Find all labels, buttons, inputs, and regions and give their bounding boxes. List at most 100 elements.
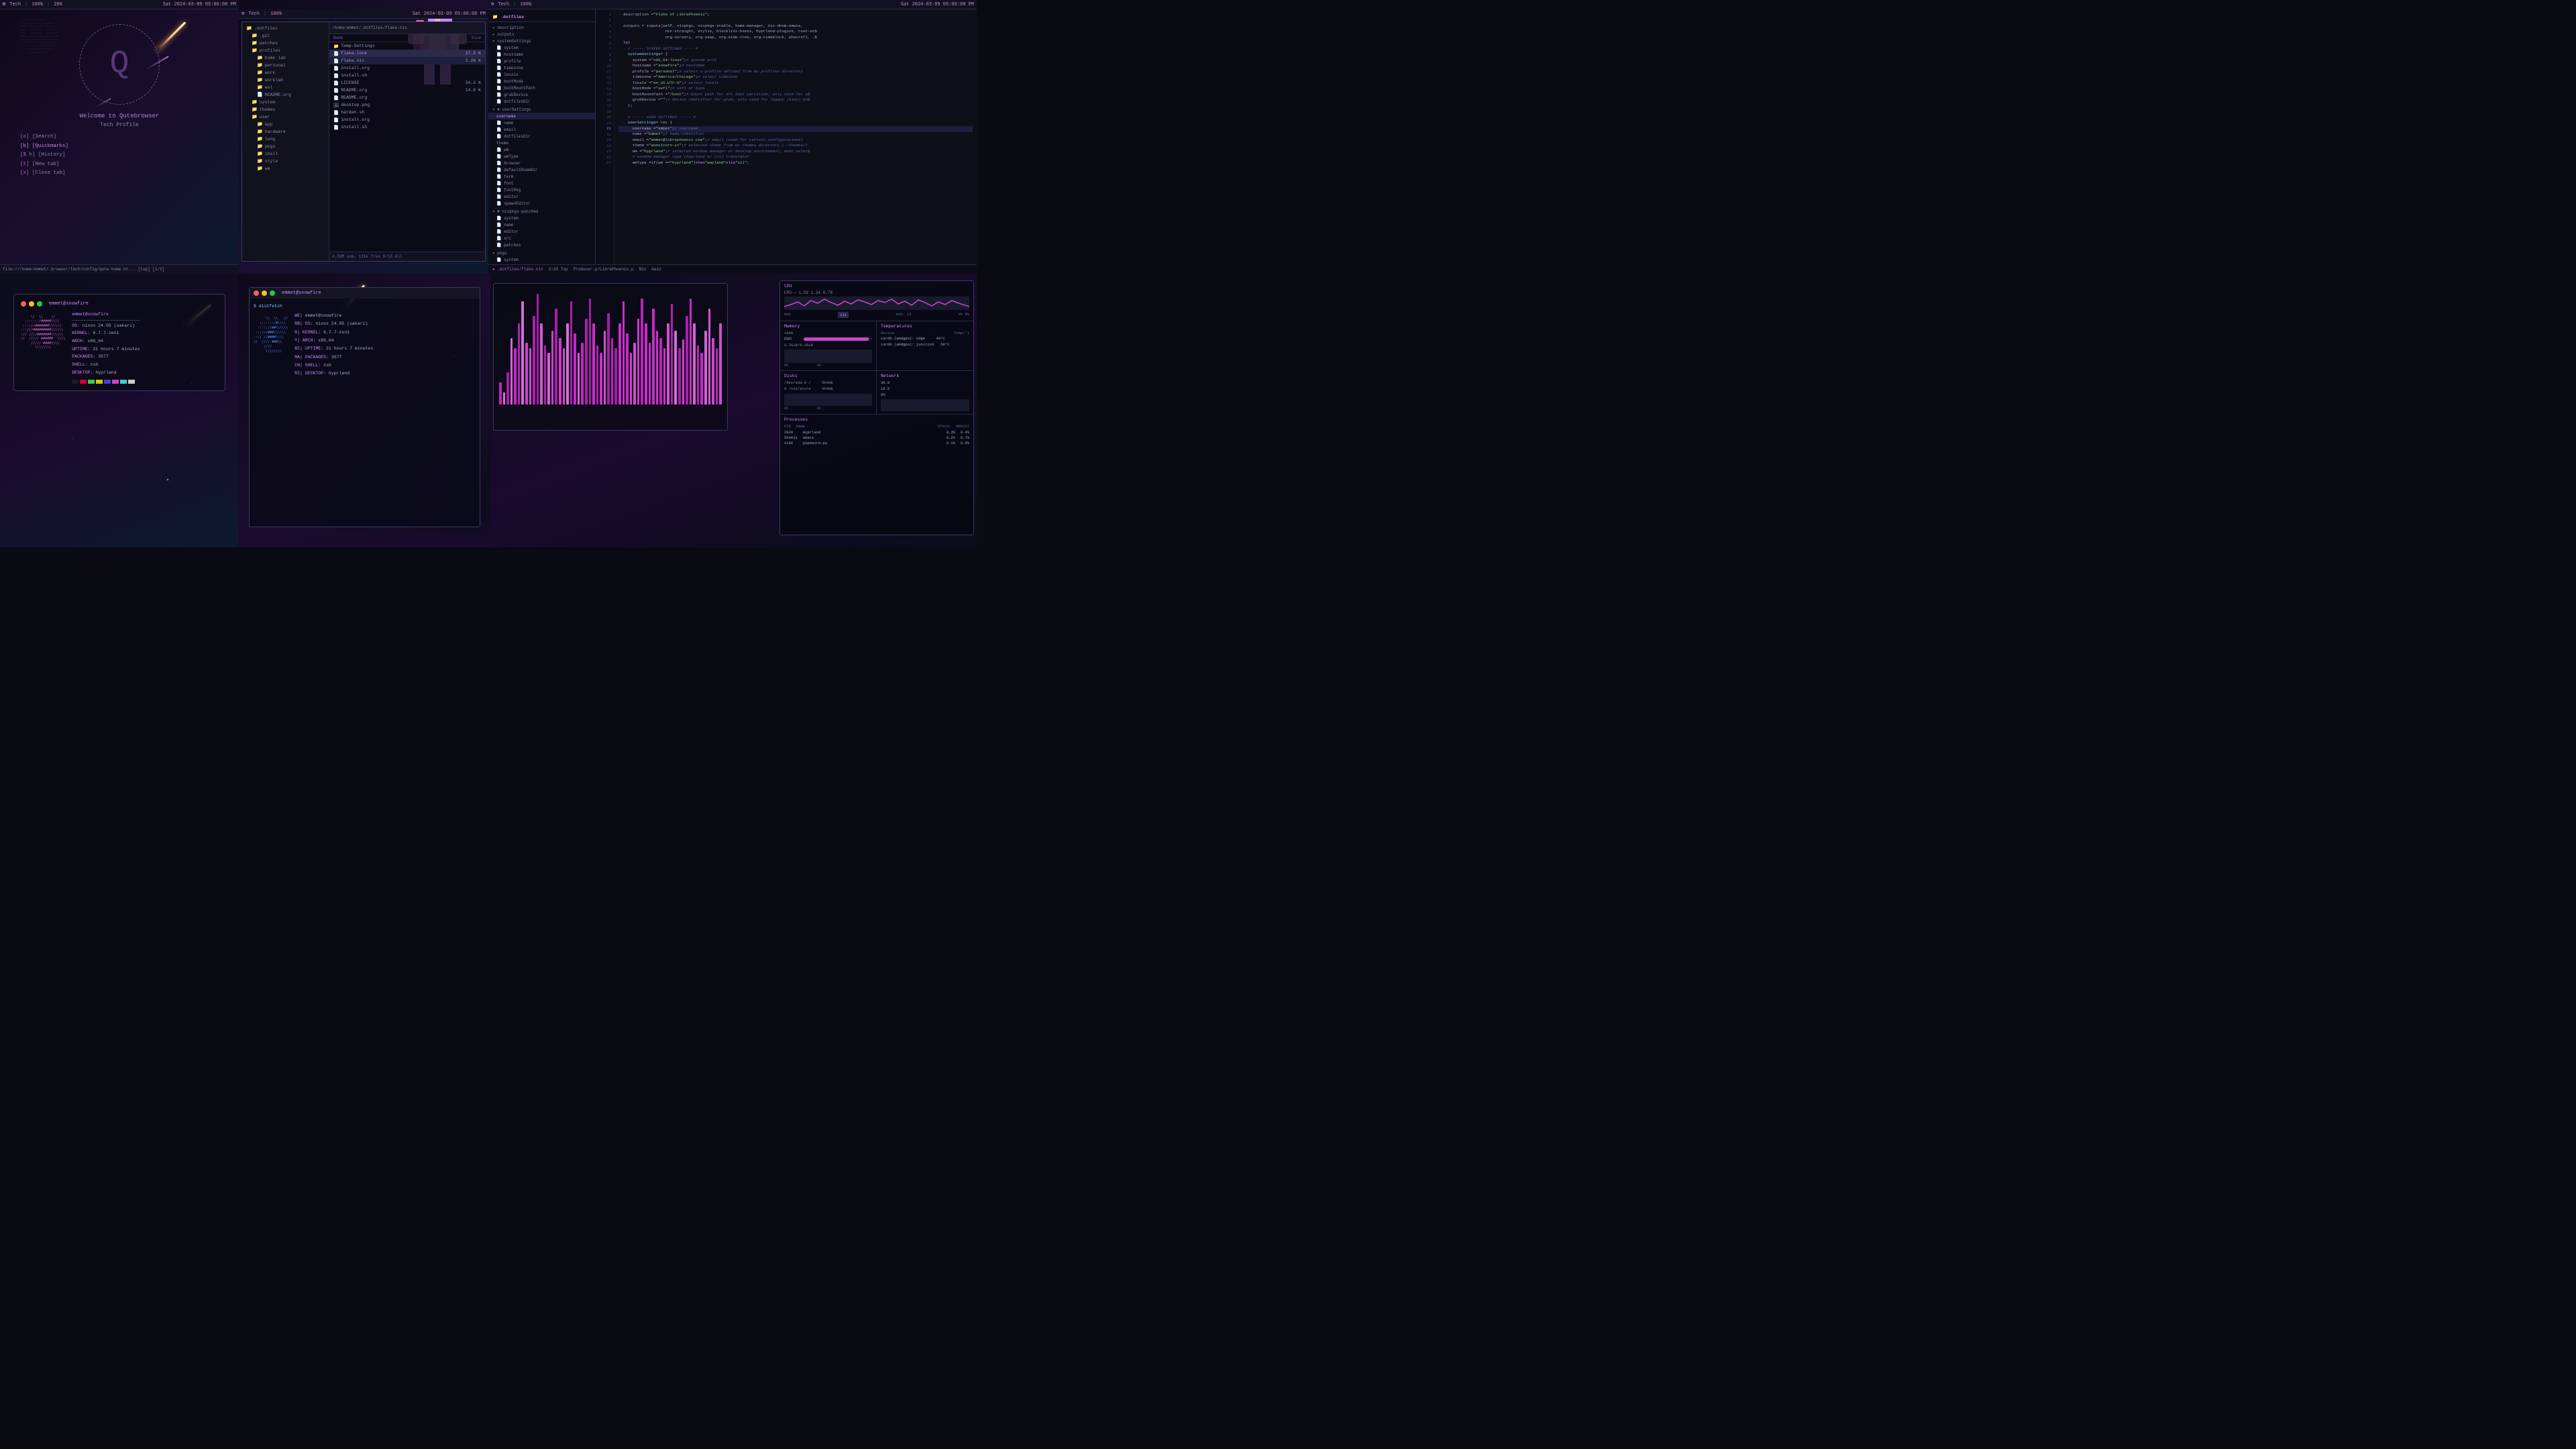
ce-ft-outputs[interactable]: ▸ outputs [488, 31, 595, 38]
fm-file-flakelock[interactable]: 📄flake.lock 27.5 K [329, 50, 485, 57]
qb-menu-item-history[interactable]: [$ h] [History] [20, 151, 68, 160]
qb-menu-item-closetab[interactable]: [x] [Close tab] [20, 169, 68, 178]
fm-file-readmeorg[interactable]: 📄README.org 14.0 K [329, 87, 485, 94]
ce-ft-timezone[interactable]: 📄 timezone [488, 64, 595, 71]
ce-ft-np-system[interactable]: 📄 system [488, 215, 595, 221]
fm-tree-themes[interactable]: 📁themes [242, 106, 329, 113]
qb-statusbar: file:///home/emmet/.browser/Tech/config/… [0, 264, 239, 274]
ce-line-20: userSettings = rec { [619, 121, 973, 127]
distrofetch-cmd: $ distfetch [254, 303, 476, 310]
ce-gutter: 1 2 3 4 5 6 7 8 9 10 11 12 13 14 15 16 1… [596, 9, 614, 274]
ce-ft-defaultroamdir[interactable]: 📄 defaultRoamDir [488, 166, 595, 173]
fm-file-installsh[interactable]: 📄install.sh [329, 72, 485, 79]
ce-ft-fontpkg[interactable]: 📄 fontPkg [488, 186, 595, 193]
fm-tree-pkgs[interactable]: 📁pkgs [242, 143, 329, 150]
fm-tree-git[interactable]: 📁.git [242, 32, 329, 40]
fm-tree-wm[interactable]: 📁wm [242, 165, 329, 172]
swatch-3 [88, 380, 95, 384]
neo-content: \\ \\ // :::::::/#####\\\\ :::://#######… [21, 311, 218, 384]
ce-ft-term[interactable]: 📄 term [488, 173, 595, 180]
sysmon-window: ⊞ Tech | 100% Sat 2024-03-09 05:06:00 PM… [490, 274, 977, 547]
fm-tree-app[interactable]: 📁app [242, 121, 329, 128]
ce-ft-hostname[interactable]: 📄 hostname [488, 51, 595, 58]
ce-ft-theme[interactable]: theme [488, 140, 595, 146]
sm-network-section: Network 36.0 10.5 0% [877, 371, 973, 414]
fm-tree-lang[interactable]: 📁lang [242, 136, 329, 143]
fm-tree-work[interactable]: 📁work [242, 69, 329, 76]
ce-ft-np-patches[interactable]: 📄 patches [488, 241, 595, 248]
fm-file-harden[interactable]: 📄harden.sh [329, 109, 485, 116]
ce-ft-np-editor[interactable]: 📄 editor [488, 228, 595, 235]
fm-tree-homelab[interactable]: 📁home lab [242, 54, 329, 62]
ce-ft-description[interactable]: ▸ description [488, 24, 595, 31]
ce-ft-email[interactable]: 📄 email [488, 126, 595, 133]
ce-line-2 [619, 18, 973, 24]
fm-tree-worklab[interactable]: 📁worklab [242, 76, 329, 84]
ce-line-9: system = "x86_64-linux"; # system arch [619, 58, 973, 64]
sm-cpu-title: CPU [784, 284, 969, 288]
fm-tree-personal[interactable]: 📁personal [242, 62, 329, 69]
sm-temps-header: DeviceTemp(°) [881, 331, 969, 335]
fm-tree-hardware[interactable]: 📁hardware [242, 128, 329, 136]
fm-file-installog2[interactable]: 📄install.org [329, 116, 485, 123]
ce-ft-nixpkgs-patched[interactable]: ▾ ▼ nixpkgs-patched [488, 208, 595, 215]
neo-os-line: OS: nixos 24.05 (uakari) [72, 322, 140, 330]
ce-ft-dotfilesdir2[interactable]: 📄 dotfilesDir [488, 133, 595, 140]
ce-ft-system[interactable]: 📄 system [488, 44, 595, 51]
ce-line-24: theme = "wunuicorn-yt"; # selected theme… [619, 144, 973, 150]
vis-bar-32 [619, 323, 621, 405]
ce-ft-bootmode[interactable]: 📄 bootMode [488, 78, 595, 85]
ce-logo: ⊞ [491, 1, 494, 7]
fm-file-installorg[interactable]: 📄install.org [329, 64, 485, 72]
sm-ram-fill [804, 337, 869, 341]
term-min-dot[interactable] [262, 290, 267, 296]
ce-ft-pkgs-system[interactable]: 📄 system [488, 256, 595, 263]
fm-tree-wsl[interactable]: 📁wsl [242, 84, 329, 91]
ce-ft-np-src[interactable]: 📄 src [488, 235, 595, 241]
ce-ft-wm[interactable]: 📄 wm [488, 146, 595, 153]
ce-ft-bootmountpath[interactable]: 📄 bootMountPath [488, 85, 595, 91]
ce-ft-font[interactable]: 📄 font [488, 180, 595, 186]
fm-tree-style[interactable]: 📁style [242, 158, 329, 165]
fm-tree-system[interactable]: 📁system [242, 99, 329, 106]
ce-ft-dotfilesdir[interactable]: 📄 dotfilesDir [488, 98, 595, 105]
ce-ft-spawneditor[interactable]: 📄 spawnEditor [488, 200, 595, 207]
fm-file-flakenix[interactable]: 📄flake.nix 2.26 K [329, 57, 485, 64]
ce-ft-name[interactable]: 📄 name [488, 119, 595, 126]
vis-bar-8 [529, 348, 532, 405]
qb-menu-item-search[interactable]: [o] [Search] [20, 133, 68, 142]
ce-ft-editor[interactable]: 📄 editor [488, 193, 595, 200]
qb-menu: [o] [Search] [b] [Quickmarks] [$ h] [His… [20, 133, 68, 178]
fm-tree-root[interactable]: 📁.dotfiles [242, 25, 329, 32]
fm-tree-patches[interactable]: 📁patches [242, 40, 329, 47]
term-close-dot[interactable] [254, 290, 259, 296]
max-dot[interactable] [37, 301, 42, 307]
fm-file-readmeorg2[interactable]: 📄README.org [329, 94, 485, 101]
distrofetch-art: \\ \\ // :::::::/#\\\\ ::::://##\\\\\\ :… [254, 312, 288, 378]
fm-file-license[interactable]: 📄LICENSE 34.2 K [329, 79, 485, 87]
ce-ft-pkgs[interactable]: ▾ pkgs [488, 250, 595, 256]
qb-menu-item-quickmarks[interactable]: [b] [Quickmarks] [20, 142, 68, 152]
ce-ft-username[interactable]: username [488, 113, 595, 119]
ce-line-17: }; [619, 103, 973, 109]
qb-title: Welcome to Qutebrowser [80, 113, 160, 119]
ce-ft-grubdevice[interactable]: 📄 grubDevice [488, 91, 595, 98]
ce-ft-browser[interactable]: 📄 browser [488, 160, 595, 166]
ce-ft-wmtype[interactable]: 📄 wmType [488, 153, 595, 160]
fm-tree-readme[interactable]: 📄README.org [242, 91, 329, 99]
ce-ft-locale[interactable]: 📄 locale [488, 71, 595, 78]
min-dot[interactable] [29, 301, 34, 307]
fm-tree-user[interactable]: 📁user [242, 113, 329, 121]
fm-file-installsh2[interactable]: 📄install.sh [329, 123, 485, 131]
ce-ft-np-name[interactable]: 📄 name [488, 221, 595, 228]
fm-file-temp[interactable]: 📁Temp-Settings [329, 42, 485, 50]
term-max-dot[interactable] [270, 290, 275, 296]
fm-file-deskpng[interactable]: 🖼desktop.png [329, 101, 485, 109]
fm-tree-profiles[interactable]: 📁profiles [242, 47, 329, 54]
qb-menu-item-newtab[interactable]: [t] [New tab] [20, 160, 68, 170]
ce-ft-usersettings[interactable]: ▾ ▼ userSettings [488, 106, 595, 113]
close-dot[interactable] [21, 301, 26, 307]
ce-ft-systemsettings[interactable]: ▾ systemSettings [488, 38, 595, 44]
fm-tree-shell[interactable]: 📁shell [242, 150, 329, 158]
ce-ft-profile[interactable]: 📄 profile [488, 58, 595, 64]
